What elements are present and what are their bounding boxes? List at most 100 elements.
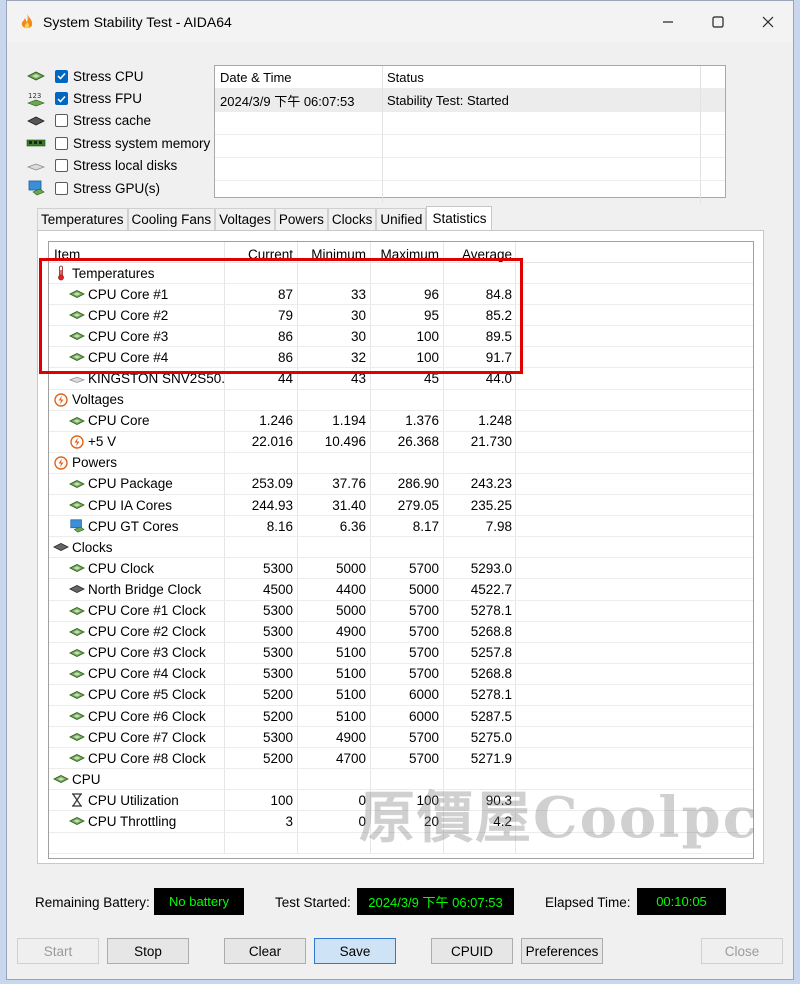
table-row[interactable]: CPU GT Cores 8.16 6.36 8.17 7.98 bbox=[49, 516, 753, 538]
table-row[interactable]: CPU Core #3 Clock 5300 5100 5700 5257.8 bbox=[49, 642, 753, 664]
tab-cooling-fans[interactable]: Cooling Fans bbox=[127, 208, 216, 230]
stress-option[interactable]: Stress GPU(s) bbox=[25, 177, 210, 199]
cell-current: 5200 bbox=[225, 748, 298, 769]
save-button[interactable]: Save bbox=[314, 938, 396, 964]
table-row[interactable]: CPU Core #1 87 33 96 84.8 bbox=[49, 284, 753, 306]
tab-statistics[interactable]: Statistics bbox=[426, 206, 493, 230]
col-header-current[interactable]: Current bbox=[225, 242, 298, 262]
table-row[interactable]: CPU Core #3 86 30 100 89.5 bbox=[49, 326, 753, 348]
cpu-chip-icon bbox=[69, 329, 85, 343]
cell-current: 3 bbox=[225, 811, 298, 832]
cell-item: CPU Clock bbox=[49, 558, 225, 579]
preferences-button[interactable]: Preferences bbox=[521, 938, 603, 964]
cell-minimum: 30 bbox=[298, 326, 371, 347]
cell-item: CPU Core #4 bbox=[49, 347, 225, 368]
log-header-status[interactable]: Status bbox=[383, 66, 701, 88]
col-header-maximum[interactable]: Maximum bbox=[371, 242, 444, 262]
log-empty-row bbox=[215, 181, 725, 203]
stress-option[interactable]: Stress system memory bbox=[25, 132, 210, 154]
table-row[interactable]: CPU Core #1 Clock 5300 5000 5700 5278.1 bbox=[49, 600, 753, 622]
table-group-row[interactable]: Powers bbox=[49, 452, 753, 474]
table-row[interactable]: CPU Core 1.246 1.194 1.376 1.248 bbox=[49, 410, 753, 432]
minimize-icon bbox=[663, 21, 673, 23]
table-row[interactable]: CPU Core #8 Clock 5200 4700 5700 5271.9 bbox=[49, 748, 753, 770]
col-header-minimum[interactable]: Minimum bbox=[298, 242, 371, 262]
table-row[interactable]: CPU Throttling 3 0 20 4.2 bbox=[49, 811, 753, 833]
table-row[interactable]: CPU Core #7 Clock 5300 4900 5700 5275.0 bbox=[49, 727, 753, 749]
table-row[interactable]: CPU Core #6 Clock 5200 5100 6000 5287.5 bbox=[49, 705, 753, 728]
col-header-item[interactable]: Item bbox=[49, 242, 225, 262]
clear-button[interactable]: Clear bbox=[224, 938, 306, 964]
stress-checkbox[interactable] bbox=[55, 92, 68, 106]
cell-average: 44.0 bbox=[444, 368, 516, 389]
cpu-chip-icon bbox=[69, 350, 85, 364]
cell-item: CPU Core #5 Clock bbox=[49, 684, 225, 705]
tab-powers[interactable]: Powers bbox=[274, 208, 328, 230]
tab-voltages[interactable]: Voltages bbox=[215, 208, 275, 230]
table-group-row[interactable]: Voltages bbox=[49, 389, 753, 411]
stress-option[interactable]: Stress cache bbox=[25, 110, 210, 132]
stress-option[interactable]: Stress CPU bbox=[25, 65, 210, 87]
cpu-chip-icon bbox=[69, 709, 85, 723]
table-row[interactable]: North Bridge Clock 4500 4400 5000 4522.7 bbox=[49, 579, 753, 601]
cell-current: 5300 bbox=[225, 663, 298, 684]
tab-clocks[interactable]: Clocks bbox=[327, 208, 377, 230]
col-header-average[interactable]: Average bbox=[444, 242, 516, 262]
table-group-row[interactable]: Clocks bbox=[49, 537, 753, 559]
cell-item-label: Powers bbox=[72, 455, 118, 471]
cell-item: CPU GT Cores bbox=[49, 516, 225, 537]
table-row[interactable]: CPU Clock 5300 5000 5700 5293.0 bbox=[49, 558, 753, 580]
stress-option[interactable]: Stress local disks bbox=[25, 155, 210, 177]
table-row[interactable]: CPU Core #4 86 32 100 91.7 bbox=[49, 347, 753, 369]
start-button[interactable]: Start bbox=[17, 938, 99, 964]
stress-checkbox[interactable] bbox=[55, 114, 68, 128]
cell-item: North Bridge Clock bbox=[49, 579, 225, 600]
cpu-chip-icon bbox=[69, 477, 85, 491]
stress-checkbox[interactable] bbox=[55, 136, 68, 150]
cell-minimum: 30 bbox=[298, 305, 371, 326]
close-window-button[interactable] bbox=[743, 1, 793, 43]
table-row[interactable]: CPU Core #4 Clock 5300 5100 5700 5268.8 bbox=[49, 663, 753, 685]
cell-current: 5300 bbox=[225, 558, 298, 579]
table-row[interactable]: CPU Core #2 Clock 5300 4900 5700 5268.8 bbox=[49, 621, 753, 643]
svg-text:123: 123 bbox=[28, 92, 41, 100]
close-button[interactable]: Close bbox=[701, 938, 783, 964]
cell-average: 5278.1 bbox=[444, 600, 516, 621]
table-row[interactable]: CPU Utilization 100 0 100 90.3 bbox=[49, 790, 753, 812]
log-empty-row bbox=[215, 158, 725, 181]
cell-item: CPU Core #1 bbox=[49, 284, 225, 305]
cell-average: 243.23 bbox=[444, 473, 516, 495]
table-row[interactable]: CPU Core #5 Clock 5200 5100 6000 5278.1 bbox=[49, 684, 753, 706]
tab-unified[interactable]: Unified bbox=[376, 208, 427, 230]
stress-checkbox[interactable] bbox=[55, 69, 68, 83]
thermometer-icon bbox=[53, 265, 69, 281]
memory-module-icon bbox=[25, 135, 47, 151]
maximize-button[interactable] bbox=[693, 1, 743, 43]
minimize-button[interactable] bbox=[643, 1, 693, 43]
log-entry[interactable]: 2024/3/9 下午 06:07:53 Stability Test: Sta… bbox=[215, 89, 725, 112]
cell-current bbox=[225, 537, 298, 558]
cell-maximum: 5700 bbox=[371, 558, 444, 579]
table-group-row[interactable]: CPU bbox=[49, 769, 753, 791]
statistics-list[interactable]: Item Current Minimum Maximum Average Tem… bbox=[48, 241, 754, 859]
cell-maximum: 6000 bbox=[371, 684, 444, 705]
stress-checkbox[interactable] bbox=[55, 181, 68, 195]
table-group-row[interactable]: Temperatures bbox=[49, 263, 753, 285]
cpu-chip-icon bbox=[69, 814, 85, 828]
stress-checkbox[interactable] bbox=[55, 159, 68, 173]
cell-current: 4500 bbox=[225, 579, 298, 600]
cell-item-label: CPU Throttling bbox=[88, 813, 177, 829]
tab-temperatures[interactable]: Temperatures bbox=[37, 208, 128, 230]
cpuid-button[interactable]: CPUID bbox=[431, 938, 513, 964]
table-row[interactable]: CPU IA Cores 244.93 31.40 279.05 235.25 bbox=[49, 495, 753, 517]
stress-option[interactable]: 123 Stress FPU bbox=[25, 87, 210, 109]
cell-average: 5275.0 bbox=[444, 727, 516, 748]
table-row[interactable]: CPU Core #2 79 30 95 85.2 bbox=[49, 305, 753, 327]
cell-minimum: 4900 bbox=[298, 727, 371, 748]
log-header-datetime[interactable]: Date & Time bbox=[215, 66, 383, 88]
table-row[interactable]: CPU Package 253.09 37.76 286.90 243.23 bbox=[49, 473, 753, 496]
table-row[interactable]: +5 V 22.016 10.496 26.368 21.730 bbox=[49, 431, 753, 453]
table-row[interactable]: KINGSTON SNV2S50... 44 43 45 44.0 bbox=[49, 368, 753, 390]
cell-current: 5300 bbox=[225, 600, 298, 621]
stop-button[interactable]: Stop bbox=[107, 938, 189, 964]
